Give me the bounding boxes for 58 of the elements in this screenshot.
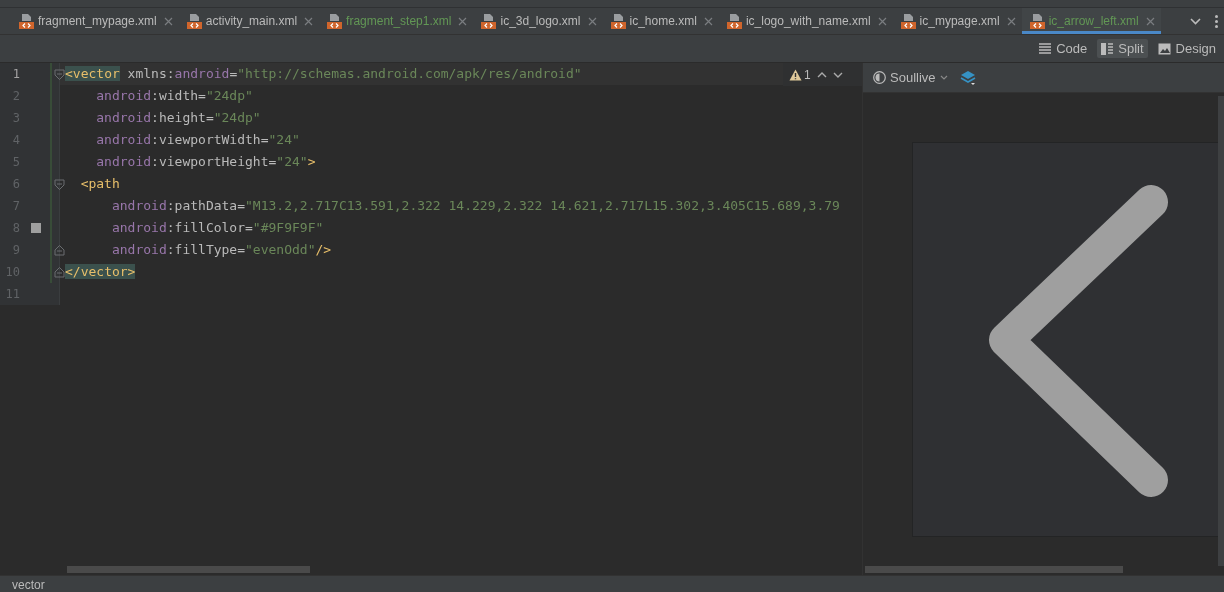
close-icon[interactable] xyxy=(877,16,887,26)
xml-file-icon xyxy=(327,13,343,29)
view-mode-button[interactable]: Code xyxy=(1035,39,1092,58)
fold-icon[interactable] xyxy=(54,178,65,190)
scrollbar-thumb[interactable] xyxy=(67,566,310,573)
fold-icon[interactable] xyxy=(54,68,65,80)
close-icon[interactable] xyxy=(163,16,173,26)
editor-tab[interactable]: ic_3d_logo.xml xyxy=(473,8,603,34)
chevron-down-icon[interactable] xyxy=(1190,17,1201,25)
theme-icon xyxy=(873,71,886,84)
caret-icon xyxy=(939,75,948,80)
code-line: android:height="24dp" xyxy=(95,109,261,127)
color-swatch[interactable] xyxy=(31,223,41,233)
xml-file-icon xyxy=(186,13,202,29)
xml-file-icon xyxy=(1029,13,1045,29)
close-icon[interactable] xyxy=(1145,16,1155,26)
chevron-up-icon[interactable] xyxy=(816,71,827,78)
editor-tab[interactable]: ic_logo_with_name.xml xyxy=(718,8,893,34)
fold-icon[interactable] xyxy=(54,266,65,278)
xml-file-icon xyxy=(900,13,916,29)
code-line: android:fillType="evenOdd"/> xyxy=(110,241,332,259)
warning-icon xyxy=(789,68,802,81)
warning-count[interactable]: 1 xyxy=(789,67,811,82)
view-mode-button[interactable]: Design xyxy=(1153,39,1220,58)
theme-dropdown[interactable]: Soullive xyxy=(873,70,948,85)
close-icon[interactable] xyxy=(587,16,597,26)
more-icon[interactable] xyxy=(1215,14,1218,28)
xml-file-icon xyxy=(481,13,497,29)
code-line: android:pathData="M13.2,2.717C13.591,2.322 14.229,2.322 14.621,2.717L15.302,3.405C15.689,3.79 xyxy=(110,197,840,215)
split-view-icon xyxy=(1101,42,1114,55)
scrollbar-thumb[interactable] xyxy=(865,566,1123,573)
xml-file-icon xyxy=(610,13,626,29)
code-line: android:viewportHeight="24"> xyxy=(95,153,316,171)
image-icon xyxy=(1157,42,1171,55)
fold-icon[interactable] xyxy=(54,244,65,256)
close-icon[interactable] xyxy=(458,16,468,26)
xml-file-icon xyxy=(726,13,742,29)
xml-file-icon xyxy=(19,13,34,29)
code-line: android:viewportWidth="24" xyxy=(95,131,300,149)
close-icon[interactable] xyxy=(703,16,713,26)
layers-icon[interactable] xyxy=(959,69,976,86)
editor-tab[interactable]: fragment_step1.xml xyxy=(319,8,474,34)
status-text: vector xyxy=(12,578,45,592)
editor-tab[interactable]: fragment_mypage.xml xyxy=(11,8,179,34)
view-mode-button[interactable]: Split xyxy=(1097,39,1148,58)
line-number: 1 xyxy=(11,67,20,81)
editor-tab[interactable]: ic_home.xml xyxy=(602,8,719,34)
code-line: android:width="24dp" xyxy=(95,87,253,105)
chevron-down-icon[interactable] xyxy=(832,71,843,78)
editor-tab[interactable]: activity_main.xml xyxy=(178,8,320,34)
code-line: android:fillColor="#9F9F9F" xyxy=(110,219,324,237)
editor-tab[interactable]: ic_arrow_left.xml xyxy=(1021,8,1161,34)
code-line: <path xyxy=(79,175,120,193)
close-icon[interactable] xyxy=(304,16,314,26)
editor-tab[interactable]: ic_mypage.xml xyxy=(892,8,1022,34)
code-line: <vector xmlns:android="http://schemas.android.com/apk/res/android" xyxy=(64,65,582,83)
close-icon[interactable] xyxy=(1006,16,1016,26)
lines-icon xyxy=(1039,43,1052,54)
